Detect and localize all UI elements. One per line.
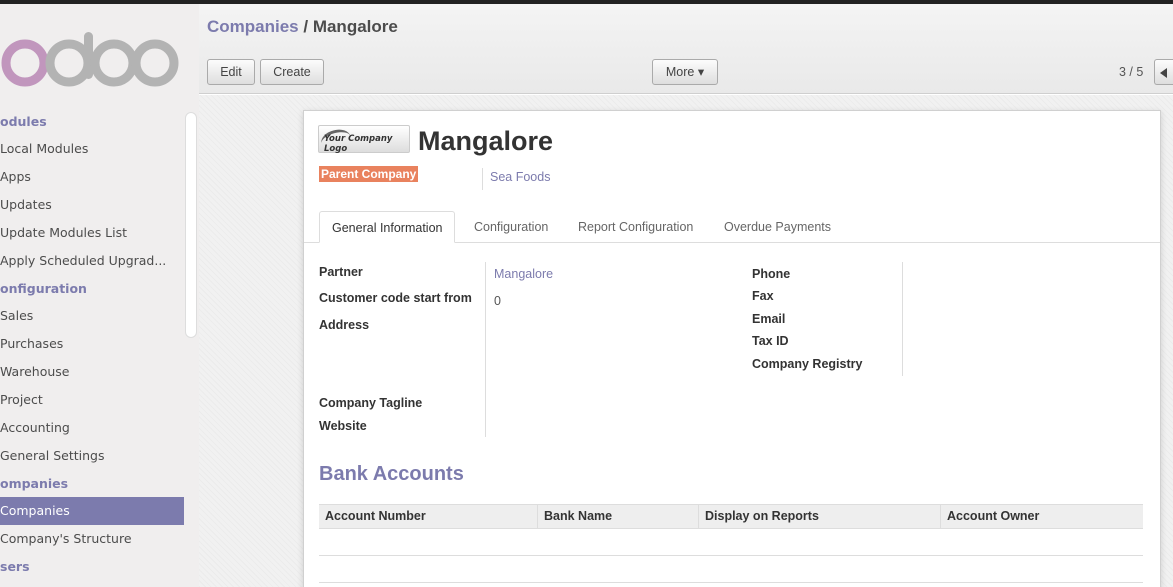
parent-company-label: Parent Company [319,166,419,182]
partner-label: Partner [319,265,363,279]
email-label: Email [752,312,786,326]
sidebar-scrollbar[interactable] [185,112,197,338]
company-logo-text: Your Company Logo [324,134,393,154]
breadcrumb: Companies / Mangalore [207,17,398,37]
company-tagline-label: Company Tagline [319,396,423,410]
address-label: Address [319,318,370,332]
tab-overdue-payments[interactable]: Overdue Payments [724,211,831,243]
right-column-divider [902,262,903,376]
create-button[interactable]: Create [260,59,324,85]
record-title: Mangalore [418,126,554,156]
sidebar-item-apps[interactable]: Apps [0,163,184,191]
customer-code-label: Customer code start from [319,291,472,305]
sidebar: odules Local Modules Apps Updates Update… [0,4,199,587]
phone-label: Phone [752,267,791,281]
tab-report-configuration[interactable]: Report Configuration [578,211,693,243]
sidebar-item-general-settings[interactable]: General Settings [0,442,184,470]
left-column-divider [485,262,486,437]
more-button[interactable]: More ▾ [652,59,718,85]
partner-link[interactable]: Mangalore [494,267,553,281]
sidebar-item-accounting[interactable]: Accounting [0,414,184,442]
sidebar-header-users: sers [0,559,30,574]
column-bank-name[interactable]: Bank Name [537,505,698,528]
pager-value: 3 / 5 [1119,65,1144,79]
company-logo[interactable]: Your Company Logo [318,125,410,154]
table-row [319,582,1143,583]
notebook-tabs: General Information Configuration Report… [304,211,1160,243]
sidebar-header-modules: odules [0,114,47,129]
customer-code-value: 0 [494,294,501,308]
breadcrumb-companies-link[interactable]: Companies [207,17,299,36]
sidebar-item-sales[interactable]: Sales [0,302,184,330]
sidebar-item-apply-scheduled-upgrades[interactable]: Apply Scheduled Upgrad... [0,247,184,275]
sidebar-item-company-structure[interactable]: Company's Structure [0,525,184,553]
control-panel: Companies / Mangalore Edit Create More ▾… [199,4,1173,94]
website-label: Website [319,419,367,433]
sidebar-item-updates[interactable]: Updates [0,191,184,219]
company-registry-label: Company Registry [752,357,863,371]
sidebar-header-companies: ompanies [0,476,69,491]
bank-accounts-title: Bank Accounts [319,463,464,485]
sidebar-item-local-modules[interactable]: Local Modules [0,135,184,163]
column-display-on-reports[interactable]: Display on Reports [698,505,940,528]
column-account-number[interactable]: Account Number [319,505,537,528]
breadcrumb-separator: / [298,17,313,36]
pager-previous-button[interactable] [1154,59,1173,85]
sidebar-item-purchases[interactable]: Purchases [0,330,184,358]
tab-configuration[interactable]: Configuration [474,211,548,243]
tab-general-information[interactable]: General Information [319,211,456,243]
sidebar-item-project[interactable]: Project [0,386,184,414]
bank-accounts-table-header: Account Number Bank Name Display on Repo… [319,504,1143,529]
parent-company-link[interactable]: Sea Foods [482,168,550,190]
sidebar-menu: odules Local Modules Apps Updates Update… [0,108,184,580]
edit-button[interactable]: Edit [207,59,255,85]
sidebar-header-configuration: onfiguration [0,281,87,296]
odoo-logo[interactable] [0,32,181,94]
column-account-owner[interactable]: Account Owner [940,505,1143,528]
breadcrumb-current: Mangalore [312,17,398,36]
sidebar-item-companies[interactable]: Companies [0,497,184,525]
table-row [319,555,1143,556]
sidebar-item-update-modules-list[interactable]: Update Modules List [0,219,184,247]
tax-id-label: Tax ID [752,334,789,348]
sidebar-item-warehouse[interactable]: Warehouse [0,358,184,386]
fax-label: Fax [752,289,774,303]
